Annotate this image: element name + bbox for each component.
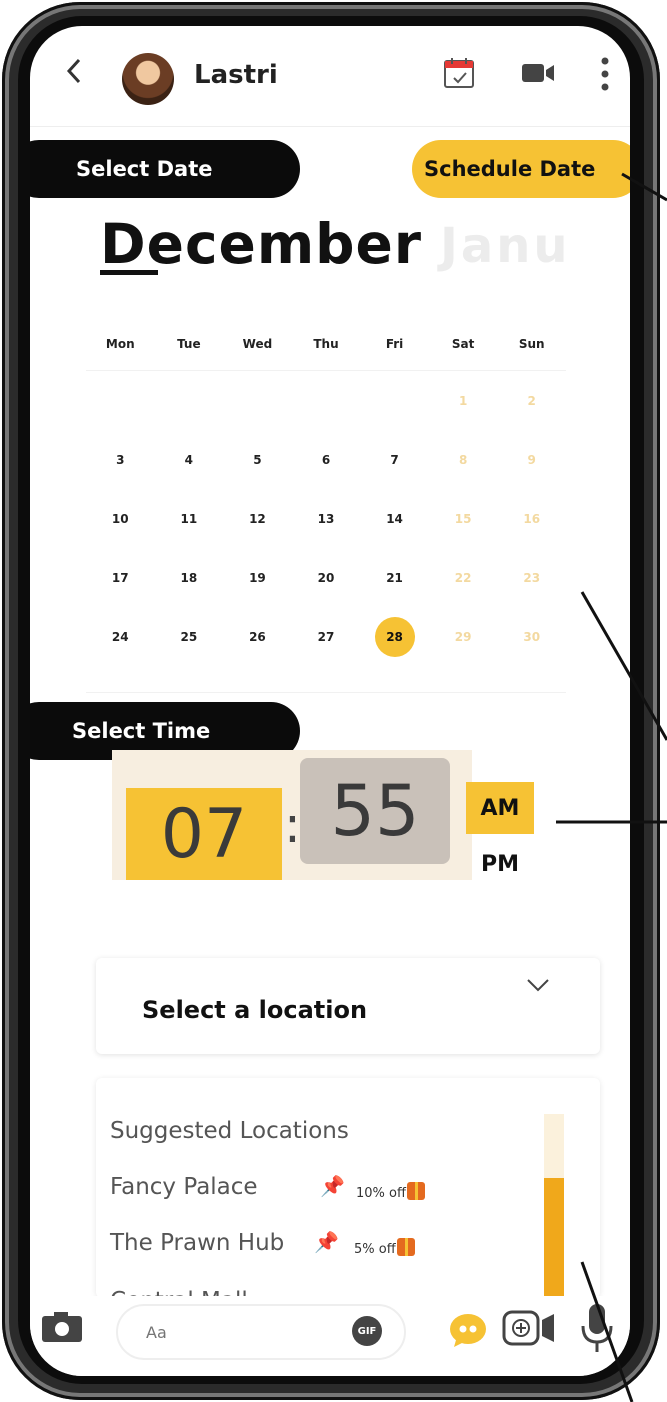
- day-cell[interactable]: 29: [429, 607, 498, 666]
- day-cell[interactable]: 12: [223, 489, 292, 548]
- location-dropdown[interactable]: Select a location: [96, 958, 600, 1054]
- time-separator: :: [284, 796, 301, 854]
- phone-screen: Lastri Select Date Schedule Date Decembe…: [30, 26, 630, 1376]
- calendar-grid: Mon Tue Wed Thu Fri Sat Sun 1 2 3 4 5 6 …: [86, 318, 566, 666]
- week-row: 24 25 26 27 28 29 30: [86, 607, 566, 666]
- week-row: 1 2: [86, 371, 566, 430]
- calendar-divider: [86, 692, 566, 693]
- gift-icon: [406, 1182, 425, 1200]
- day-cell[interactable]: 15: [429, 489, 498, 548]
- avatar[interactable]: [122, 53, 174, 105]
- day-cell[interactable]: 13: [292, 489, 361, 548]
- week-row: 3 4 5 6 7 8 9: [86, 430, 566, 489]
- offer-text: 10% off: [356, 1186, 406, 1201]
- week-row: 10 11 12 13 14 15 16: [86, 489, 566, 548]
- minute-field[interactable]: 55: [300, 758, 450, 864]
- selected-day-label: 28: [374, 616, 415, 657]
- day-cell[interactable]: 9: [497, 430, 566, 489]
- day-cell[interactable]: 21: [360, 548, 429, 607]
- back-icon[interactable]: [64, 56, 84, 86]
- day-cell[interactable]: 10: [86, 489, 155, 548]
- suggestion-name: The Prawn Hub: [110, 1230, 285, 1256]
- day-cell[interactable]: 5: [223, 430, 292, 489]
- day-cell[interactable]: 30: [497, 607, 566, 666]
- suggestion-item[interactable]: The Prawn Hub: [110, 1230, 284, 1256]
- day-cell[interactable]: 11: [155, 489, 224, 548]
- pin-icon: 📌: [320, 1174, 345, 1198]
- month-title: December: [100, 212, 422, 276]
- suggestion-name: Fancy Palace: [110, 1174, 258, 1200]
- schedule-date-button[interactable]: Schedule Date: [412, 140, 630, 198]
- day-cell[interactable]: 18: [155, 548, 224, 607]
- day-cell[interactable]: 24: [86, 607, 155, 666]
- day-cell-empty: [360, 371, 429, 430]
- day-cell-empty: [155, 371, 224, 430]
- day-cell[interactable]: 23: [497, 548, 566, 607]
- day-cell[interactable]: 8: [429, 430, 498, 489]
- weekday-label: Tue: [177, 337, 201, 351]
- camera-effect-icon[interactable]: [502, 1308, 558, 1348]
- message-composer: GIF: [30, 1296, 630, 1376]
- day-cell[interactable]: 6: [292, 430, 361, 489]
- pm-toggle[interactable]: PM: [466, 838, 534, 890]
- weekday-label: Fri: [385, 337, 404, 351]
- select-date-label: Select Date: [30, 140, 300, 198]
- day-cell[interactable]: 14: [360, 489, 429, 548]
- day-cell-empty: [86, 371, 155, 430]
- hour-field[interactable]: 07: [126, 788, 282, 880]
- gif-icon[interactable]: GIF: [352, 1316, 382, 1346]
- day-cell[interactable]: 3: [86, 430, 155, 489]
- day-cell[interactable]: 2: [497, 371, 566, 430]
- more-icon[interactable]: [600, 56, 610, 92]
- mic-icon[interactable]: [580, 1302, 614, 1354]
- weekday-header-row: Mon Tue Wed Thu Fri Sat Sun: [86, 318, 566, 371]
- day-cell[interactable]: 22: [429, 548, 498, 607]
- day-cell[interactable]: 16: [497, 489, 566, 548]
- video-call-icon[interactable]: [520, 60, 556, 86]
- weekday-label: Mon: [105, 337, 135, 351]
- day-cell-empty: [223, 371, 292, 430]
- weekday-label: Wed: [242, 337, 273, 351]
- weekday-label: Sun: [518, 337, 545, 351]
- week-row: 17 18 19 20 21 22 23: [86, 548, 566, 607]
- month-underline: [100, 270, 158, 275]
- suggestion-item[interactable]: Fancy Palace: [110, 1174, 258, 1200]
- location-dropdown-label: Select a location: [142, 996, 368, 1024]
- suggested-locations-panel: Suggested Locations Fancy Palace 📌 10% o…: [96, 1078, 600, 1298]
- quote-icon[interactable]: [448, 1312, 488, 1348]
- day-cell[interactable]: 7: [360, 430, 429, 489]
- gift-icon: [396, 1238, 415, 1256]
- day-cell[interactable]: 4: [155, 430, 224, 489]
- chevron-down-icon[interactable]: [526, 976, 550, 994]
- day-cell[interactable]: 27: [292, 607, 361, 666]
- camera-icon[interactable]: [40, 1310, 84, 1344]
- scrollbar-thumb[interactable]: [544, 1178, 564, 1298]
- day-cell-selected[interactable]: 28: [360, 607, 429, 666]
- offer-badge: 5% off: [354, 1238, 415, 1257]
- chat-header: Lastri: [30, 26, 630, 127]
- contact-name[interactable]: Lastri: [194, 60, 278, 90]
- weekday-label: Sat: [451, 337, 475, 351]
- calendar-icon[interactable]: [442, 56, 476, 90]
- day-cell[interactable]: 20: [292, 548, 361, 607]
- suggested-locations-title: Suggested Locations: [110, 1118, 349, 1144]
- offer-text: 5% off: [354, 1242, 396, 1257]
- pin-icon: 📌: [314, 1230, 339, 1254]
- am-toggle[interactable]: AM: [466, 782, 534, 834]
- day-cell[interactable]: 17: [86, 548, 155, 607]
- day-cell[interactable]: 1: [429, 371, 498, 430]
- day-cell-empty: [292, 371, 361, 430]
- day-cell[interactable]: 25: [155, 607, 224, 666]
- offer-badge: 10% off: [356, 1182, 425, 1201]
- next-month-preview[interactable]: Janu: [440, 218, 571, 274]
- day-cell[interactable]: 19: [223, 548, 292, 607]
- weekday-label: Thu: [313, 337, 339, 351]
- day-cell[interactable]: 26: [223, 607, 292, 666]
